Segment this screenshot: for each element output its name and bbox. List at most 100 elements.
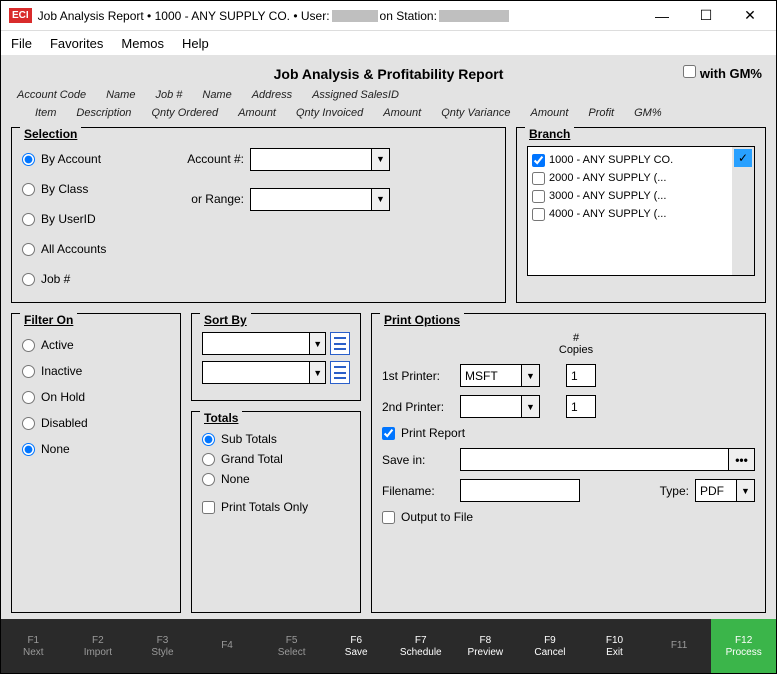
col-header: GM%	[634, 107, 662, 119]
radio-totals-none-input[interactable]	[202, 473, 215, 486]
menu-favorites[interactable]: Favorites	[50, 36, 103, 51]
close-button[interactable]: ✕	[728, 2, 772, 30]
branch-item-checkbox[interactable]	[532, 154, 545, 167]
fkey-f8[interactable]: F8Preview	[453, 619, 518, 673]
chevron-down-icon[interactable]: ▼	[309, 333, 325, 354]
radio-disabled-input[interactable]	[22, 417, 35, 430]
sort2-combo[interactable]: ▼	[202, 361, 326, 384]
radio-sub-totals-input[interactable]	[202, 433, 215, 446]
output-to-file-checkbox[interactable]: Output to File	[382, 510, 755, 524]
with-gm-input[interactable]	[683, 65, 696, 78]
output-to-file-input[interactable]	[382, 511, 395, 524]
print-report-input[interactable]	[382, 427, 395, 440]
radio-all-accounts[interactable]: All Accounts	[22, 236, 172, 262]
radio-grand-total[interactable]: Grand Total	[202, 450, 350, 468]
branch-item-checkbox[interactable]	[532, 190, 545, 203]
radio-by-account-input[interactable]	[22, 153, 35, 166]
copies1-input[interactable]	[566, 364, 596, 387]
radio-filter-none[interactable]: None	[22, 436, 170, 462]
col-header: Item	[35, 107, 56, 119]
radio-by-class-input[interactable]	[22, 183, 35, 196]
print-totals-only-label: Print Totals Only	[221, 500, 308, 514]
fkey-f7[interactable]: F7Schedule	[388, 619, 453, 673]
printer1-input[interactable]	[461, 365, 521, 386]
branch-list[interactable]: 1000 - ANY SUPPLY CO. 2000 - ANY SUPPLY (…	[527, 146, 755, 276]
radio-sub-totals[interactable]: Sub Totals	[202, 430, 350, 448]
print-report-checkbox[interactable]: Print Report	[382, 426, 755, 440]
maximize-button[interactable]: ☐	[684, 2, 728, 30]
branch-item[interactable]: 1000 - ANY SUPPLY CO.	[532, 151, 728, 169]
col-header: Assigned SalesID	[312, 89, 399, 101]
chevron-down-icon[interactable]: ▼	[371, 149, 389, 170]
range-combo[interactable]: ▼	[250, 188, 390, 211]
fkey-f9[interactable]: F9Cancel	[518, 619, 583, 673]
chevron-down-icon[interactable]: ▼	[736, 480, 754, 501]
branch-item-label: 1000 - ANY SUPPLY CO.	[549, 154, 673, 166]
radio-by-userid-input[interactable]	[22, 213, 35, 226]
branch-item[interactable]: 3000 - ANY SUPPLY (...	[532, 187, 728, 205]
sort2-input[interactable]	[203, 362, 309, 383]
account-no-input[interactable]	[251, 149, 371, 170]
sort2-list-button[interactable]	[330, 361, 350, 384]
chevron-down-icon[interactable]: ▼	[521, 365, 539, 386]
menu-file[interactable]: File	[11, 36, 32, 51]
branch-item-checkbox[interactable]	[532, 208, 545, 221]
radio-by-account[interactable]: By Account	[22, 146, 172, 172]
with-gm-checkbox[interactable]: with GM%	[683, 63, 762, 85]
type-input[interactable]	[696, 480, 736, 501]
selection-legend: Selection	[20, 127, 81, 141]
sort1-combo[interactable]: ▼	[202, 332, 326, 355]
printer1-combo[interactable]: ▼	[460, 364, 540, 387]
chevron-down-icon[interactable]: ▼	[309, 362, 325, 383]
radio-on-hold[interactable]: On Hold	[22, 384, 170, 410]
radio-disabled[interactable]: Disabled	[22, 410, 170, 436]
fkey-f10[interactable]: F10Exit	[582, 619, 647, 673]
fkey-label: Exit	[606, 647, 623, 658]
fkey-key: F5	[286, 635, 298, 646]
save-in-input[interactable]	[460, 448, 729, 471]
print-totals-only-input[interactable]	[202, 501, 215, 514]
column-headers-2: ItemDescriptionQnty OrderedAmountQnty In…	[11, 103, 766, 121]
radio-job-no[interactable]: Job #	[22, 266, 172, 292]
sort1-input[interactable]	[203, 333, 309, 354]
account-no-combo[interactable]: ▼	[250, 148, 390, 171]
radio-inactive-input[interactable]	[22, 365, 35, 378]
type-combo[interactable]: ▼	[695, 479, 755, 502]
check-icon[interactable]: ✓	[734, 149, 752, 167]
branch-item[interactable]: 4000 - ANY SUPPLY (...	[532, 205, 728, 223]
menu-help[interactable]: Help	[182, 36, 209, 51]
fkey-f6[interactable]: F6Save	[324, 619, 389, 673]
radio-by-userid[interactable]: By UserID	[22, 206, 172, 232]
range-input[interactable]	[251, 189, 371, 210]
radio-inactive[interactable]: Inactive	[22, 358, 170, 384]
branch-item[interactable]: 2000 - ANY SUPPLY (...	[532, 169, 728, 187]
menu-memos[interactable]: Memos	[121, 36, 164, 51]
filename-input[interactable]	[460, 479, 580, 502]
radio-grand-total-input[interactable]	[202, 453, 215, 466]
radio-active-input[interactable]	[22, 339, 35, 352]
radio-totals-none[interactable]: None	[202, 470, 350, 488]
radio-filter-none-input[interactable]	[22, 443, 35, 456]
radio-on-hold-label: On Hold	[41, 390, 85, 404]
radio-on-hold-input[interactable]	[22, 391, 35, 404]
radio-all-accounts-label: All Accounts	[41, 242, 106, 256]
branch-select-all[interactable]: ✓	[732, 147, 754, 275]
copies2-input[interactable]	[566, 395, 596, 418]
printer2-combo[interactable]: ▼	[460, 395, 540, 418]
radio-active[interactable]: Active	[22, 332, 170, 358]
radio-job-no-input[interactable]	[22, 273, 35, 286]
printer2-input[interactable]	[461, 396, 521, 417]
browse-button[interactable]: •••	[729, 448, 755, 471]
fkey-f12[interactable]: F12Process	[711, 619, 776, 673]
col-header: Amount	[238, 107, 276, 119]
radio-all-accounts-input[interactable]	[22, 243, 35, 256]
branch-item-checkbox[interactable]	[532, 172, 545, 185]
app-window: ECI Job Analysis Report • 1000 - ANY SUP…	[0, 0, 777, 674]
fkey-label: Schedule	[400, 647, 442, 658]
print-totals-only[interactable]: Print Totals Only	[202, 494, 350, 520]
minimize-button[interactable]: —	[640, 2, 684, 30]
radio-by-class[interactable]: By Class	[22, 176, 172, 202]
sort1-list-button[interactable]	[330, 332, 350, 355]
chevron-down-icon[interactable]: ▼	[521, 396, 539, 417]
chevron-down-icon[interactable]: ▼	[371, 189, 389, 210]
